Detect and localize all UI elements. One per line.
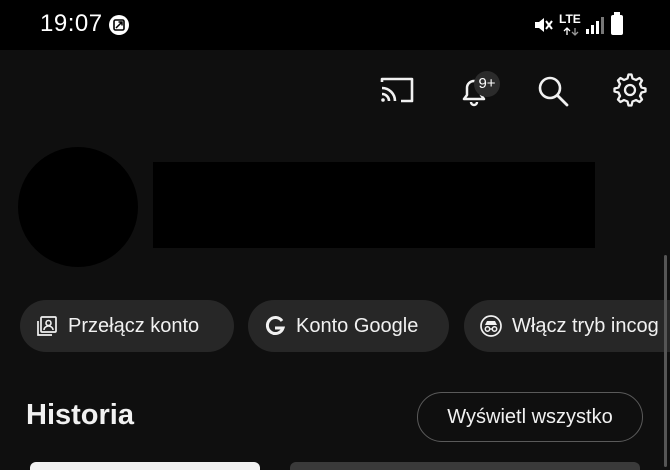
switch-account-chip[interactable]: Przełącz konto (20, 300, 234, 352)
app-notification-icon (109, 15, 129, 35)
settings-button[interactable] (608, 68, 652, 112)
cast-icon (380, 77, 414, 103)
lte-icon: LTE (559, 12, 581, 26)
history-thumbnail[interactable] (30, 462, 260, 470)
channel-name-redacted (153, 162, 595, 248)
status-icons: LTE (532, 12, 632, 38)
battery-icon (611, 12, 623, 35)
history-thumbnail[interactable] (290, 462, 640, 470)
cast-button[interactable] (375, 68, 419, 112)
scrollbar[interactable] (664, 255, 667, 467)
switch-account-label: Przełącz konto (68, 314, 200, 337)
history-title: Historia (26, 399, 134, 431)
avatar[interactable] (18, 147, 138, 267)
view-all-button[interactable]: Wyświetl wszystko (417, 392, 643, 442)
lte-arrows-icon (563, 27, 579, 36)
incognito-chip[interactable]: Włącz tryb incog (464, 300, 670, 352)
signal-icon (586, 17, 604, 34)
google-g-icon (264, 315, 286, 337)
settings-icon (613, 73, 647, 107)
account-chips: Przełącz konto Konto Google Włącz tryb i… (0, 300, 670, 352)
notification-badge: 9+ (474, 71, 500, 97)
search-icon (538, 76, 569, 107)
search-button[interactable] (531, 68, 575, 112)
status-time: 19:07 (40, 10, 103, 37)
switch-account-icon (36, 315, 58, 337)
google-account-label: Konto Google (296, 314, 419, 337)
mute-icon (535, 18, 553, 32)
status-bar: 19:07 LTE (0, 0, 670, 50)
google-account-chip[interactable]: Konto Google (248, 300, 449, 352)
incognito-label: Włącz tryb incog (512, 314, 659, 337)
incognito-icon (480, 315, 502, 337)
